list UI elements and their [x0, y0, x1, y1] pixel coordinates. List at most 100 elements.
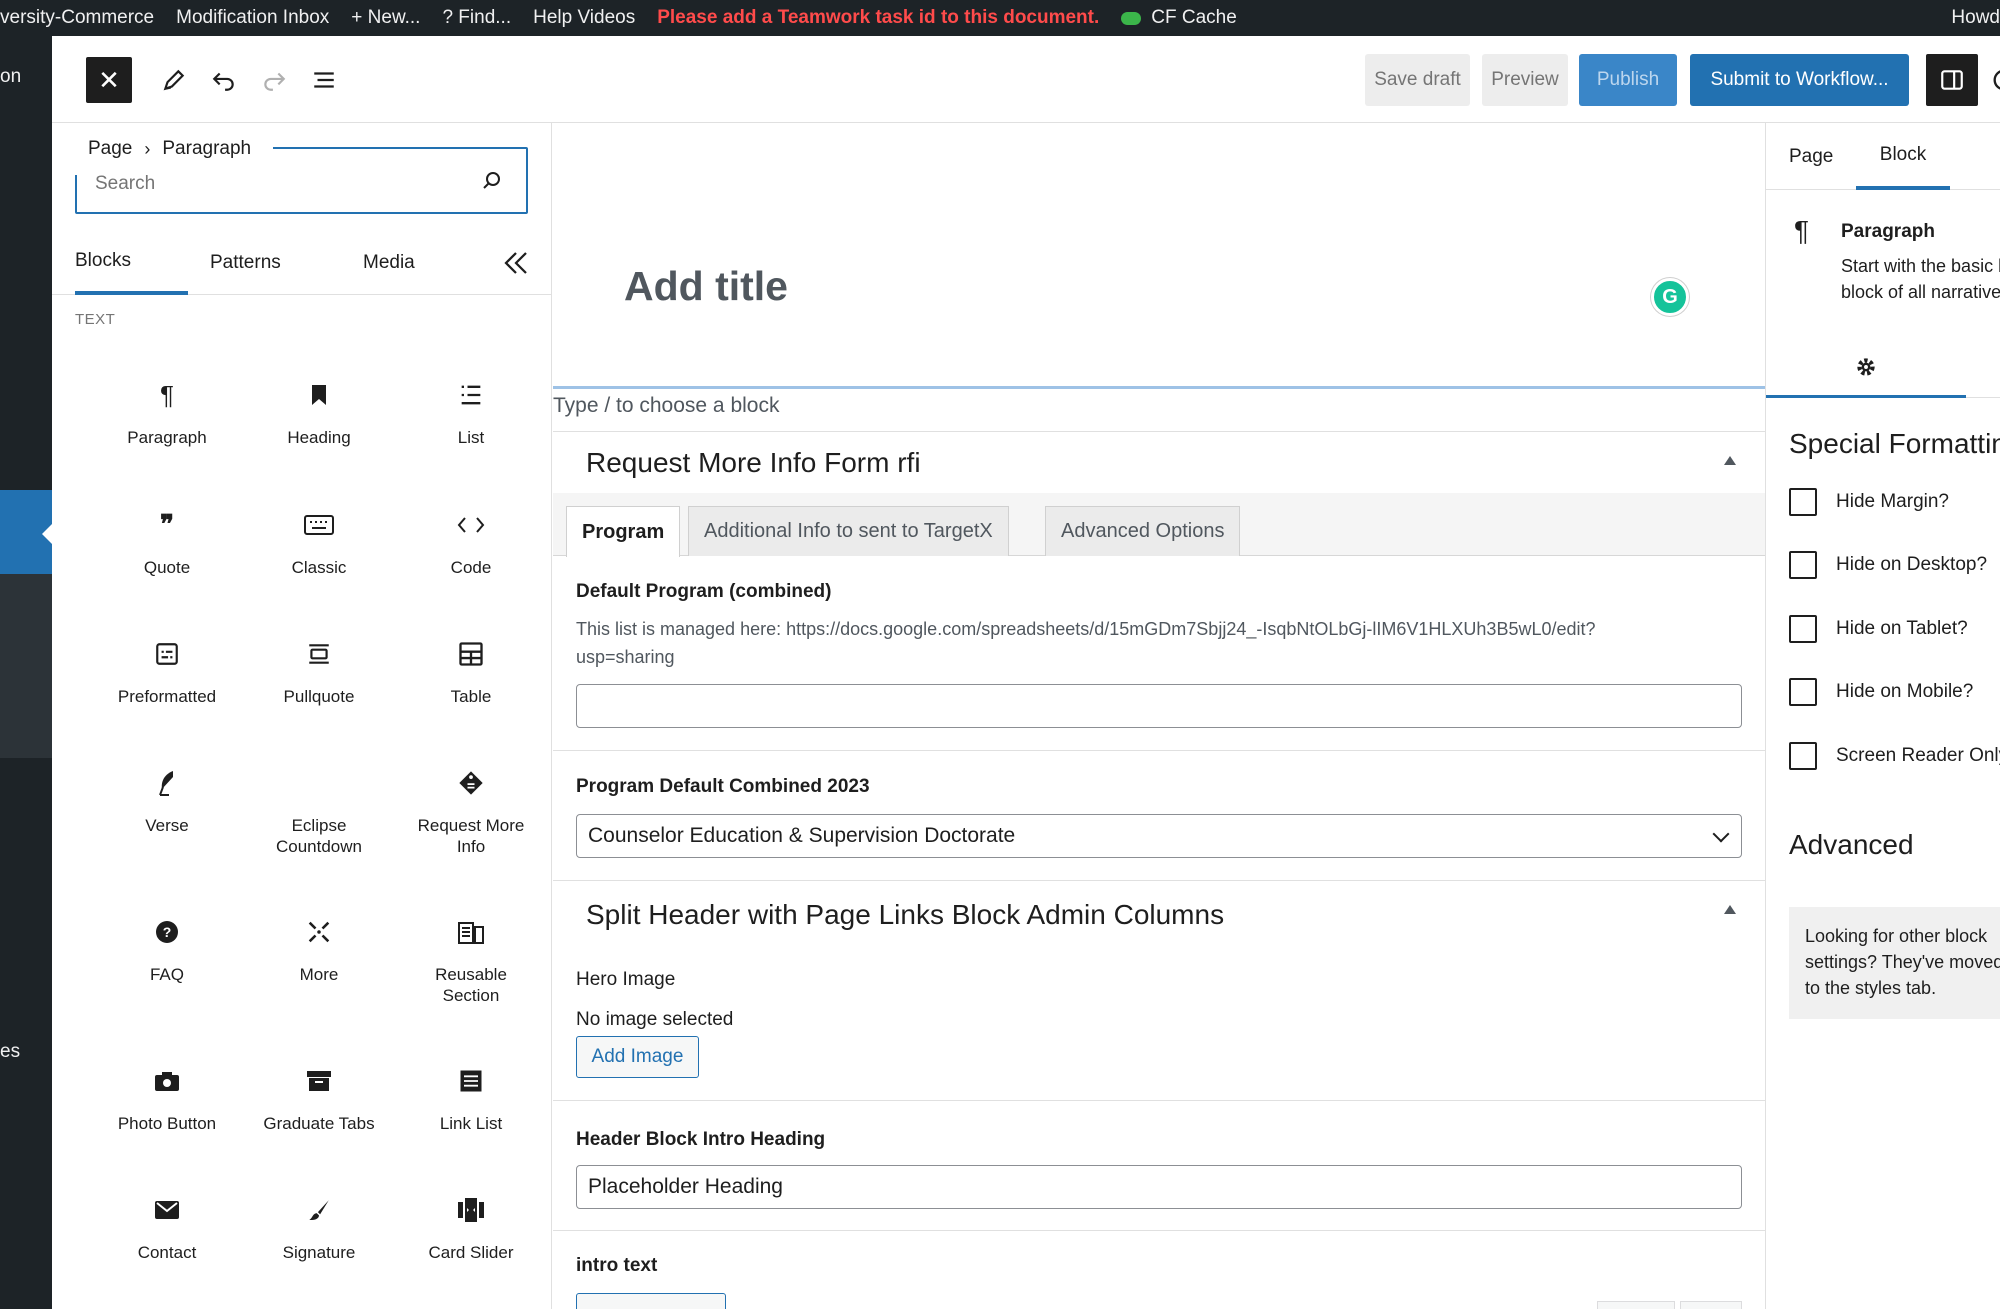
search-placeholder: Search: [95, 173, 156, 194]
question-icon: ?: [92, 912, 242, 952]
checkbox[interactable]: [1789, 551, 1817, 579]
tab-block[interactable]: Block: [1856, 123, 1950, 190]
document-overview-button[interactable]: [302, 58, 346, 102]
checkbox[interactable]: [1789, 615, 1817, 643]
block-code[interactable]: Code: [396, 505, 546, 615]
preview-button[interactable]: Preview: [1482, 54, 1568, 106]
tab-blocks[interactable]: Blocks: [75, 231, 188, 295]
block-paragraph[interactable]: ¶ Paragraph: [92, 375, 242, 485]
admin-bar-help-videos[interactable]: Help Videos: [522, 0, 646, 36]
combined-program-select[interactable]: Counselor Education & Supervision Doctor…: [576, 814, 1742, 858]
block-label: List: [457, 428, 485, 447]
close-tabs-button[interactable]: [496, 231, 536, 295]
checkbox[interactable]: [1789, 742, 1817, 770]
hide-tablet-checkbox[interactable]: Hide on Tablet?: [1789, 615, 1968, 643]
undo-button[interactable]: [202, 58, 246, 102]
add-media-button[interactable]: [576, 1293, 726, 1309]
block-graduate-tabs[interactable]: Graduate Tabs: [244, 1061, 394, 1171]
block-verse[interactable]: Verse: [92, 763, 242, 873]
plugin-button[interactable]: [1982, 58, 2000, 102]
combined-program-label: Program Default Combined 2023: [576, 776, 870, 797]
close-inserter-button[interactable]: ✕: [86, 57, 132, 103]
table-icon: [396, 634, 546, 674]
block-eclipse-countdown[interactable]: Eclipse Countdown: [244, 763, 394, 873]
block-photo-button[interactable]: Photo Button: [92, 1061, 242, 1171]
admin-menu-active-item[interactable]: [0, 490, 52, 574]
brush-icon: [244, 1190, 394, 1230]
hide-margin-checkbox[interactable]: Hide Margin?: [1789, 488, 1949, 516]
default-program-help-line: usp=sharing: [576, 647, 675, 667]
block-card-slider[interactable]: Card Slider: [396, 1190, 546, 1300]
checkbox[interactable]: [1789, 678, 1817, 706]
gear-icon: [1857, 357, 1875, 376]
field-divider: [553, 750, 1765, 751]
grammarly-icon[interactable]: G: [1651, 278, 1689, 316]
block-table[interactable]: Table: [396, 634, 546, 744]
block-label: Photo Button: [117, 1114, 217, 1133]
save-draft-button[interactable]: Save draft: [1365, 54, 1470, 106]
post-title-input[interactable]: Add title: [624, 263, 788, 310]
admin-bar-cf-cache[interactable]: CF Cache: [1110, 0, 1248, 36]
checkbox[interactable]: [1789, 488, 1817, 516]
block-classic[interactable]: Classic: [244, 505, 394, 615]
block-pullquote[interactable]: Pullquote: [244, 634, 394, 744]
tab-patterns[interactable]: Patterns: [210, 231, 281, 295]
block-label: Verse: [145, 816, 189, 835]
add-image-button[interactable]: Add Image: [576, 1036, 699, 1078]
block-label: Pullquote: [283, 687, 355, 706]
block-label: Table: [450, 687, 492, 706]
block-label: Quote: [143, 558, 191, 577]
breadcrumb: Page › Paragraph: [66, 123, 274, 175]
block-quote[interactable]: ❞ Quote: [92, 505, 242, 615]
settings-tab[interactable]: [1766, 338, 1966, 398]
submit-to-workflow-button[interactable]: Submit to Workflow...: [1690, 54, 1909, 106]
paragraph-icon: ¶: [1794, 215, 1810, 246]
admin-bar-account[interactable]: Howd: [1940, 0, 2000, 36]
text-tab[interactable]: [1680, 1301, 1742, 1309]
breadcrumb-page[interactable]: Page: [88, 138, 132, 160]
admin-bar-find[interactable]: ? Find...: [431, 0, 522, 36]
hide-desktop-checkbox[interactable]: Hide on Desktop?: [1789, 551, 1987, 579]
block-more[interactable]: More: [244, 912, 394, 1022]
collapse-caret-icon[interactable]: [1724, 905, 1736, 914]
redo-button[interactable]: [252, 58, 296, 102]
admin-bar-modification-inbox[interactable]: Modification Inbox: [165, 0, 340, 36]
block-list[interactable]: List: [396, 375, 546, 485]
block-preformatted[interactable]: Preformatted: [92, 634, 242, 744]
visual-tab[interactable]: [1597, 1301, 1675, 1309]
tab-media[interactable]: Media: [363, 231, 415, 295]
tab-additional-info[interactable]: Additional Info to sent to TargetX: [688, 506, 1009, 556]
block-faq[interactable]: ? FAQ: [92, 912, 242, 1022]
default-block-appender[interactable]: Type / to choose a block: [553, 394, 779, 418]
breadcrumb-paragraph[interactable]: Paragraph: [162, 138, 251, 160]
block-link-list[interactable]: Link List: [396, 1061, 546, 1171]
block-contact[interactable]: Contact: [92, 1190, 242, 1300]
collapse-caret-icon[interactable]: [1724, 456, 1736, 465]
publish-button[interactable]: Publish: [1579, 54, 1677, 106]
block-reusable-section[interactable]: Reusable Section: [396, 912, 546, 1022]
intro-heading-input[interactable]: Placeholder Heading: [576, 1165, 1742, 1209]
split-header-block-header[interactable]: Split Header with Page Links Block Admin…: [553, 881, 1765, 949]
block-heading[interactable]: Heading: [244, 375, 394, 485]
settings-toggle-button[interactable]: [1926, 54, 1978, 106]
pullquote-icon: [244, 634, 394, 674]
block-signature[interactable]: Signature: [244, 1190, 394, 1300]
tab-program[interactable]: Program: [566, 506, 681, 557]
tab-page[interactable]: Page: [1789, 123, 1833, 190]
screen-reader-only-checkbox[interactable]: Screen Reader Only: [1789, 742, 2000, 770]
admin-menu-item[interactable]: es: [0, 1041, 20, 1063]
admin-bar-site-link[interactable]: versity-Commerce: [0, 0, 165, 36]
code-icon: [396, 505, 546, 545]
intro-text-label: intro text: [576, 1255, 658, 1276]
advanced-panel-toggle[interactable]: Advanced: [1789, 829, 1914, 861]
tools-button[interactable]: [152, 58, 196, 102]
hide-mobile-checkbox[interactable]: Hide on Mobile?: [1789, 678, 1973, 706]
rfi-block-header[interactable]: Request More Info Form rfi: [553, 432, 1765, 494]
block-label: Paragraph: [127, 428, 207, 447]
link-list-icon: [396, 1061, 546, 1101]
default-program-input[interactable]: [576, 684, 1742, 728]
tab-advanced-options[interactable]: Advanced Options: [1045, 506, 1241, 556]
admin-bar-new[interactable]: + New...: [340, 0, 431, 36]
admin-menu-item[interactable]: on: [0, 66, 21, 88]
block-request-more-info[interactable]: Request More Info: [396, 763, 546, 873]
